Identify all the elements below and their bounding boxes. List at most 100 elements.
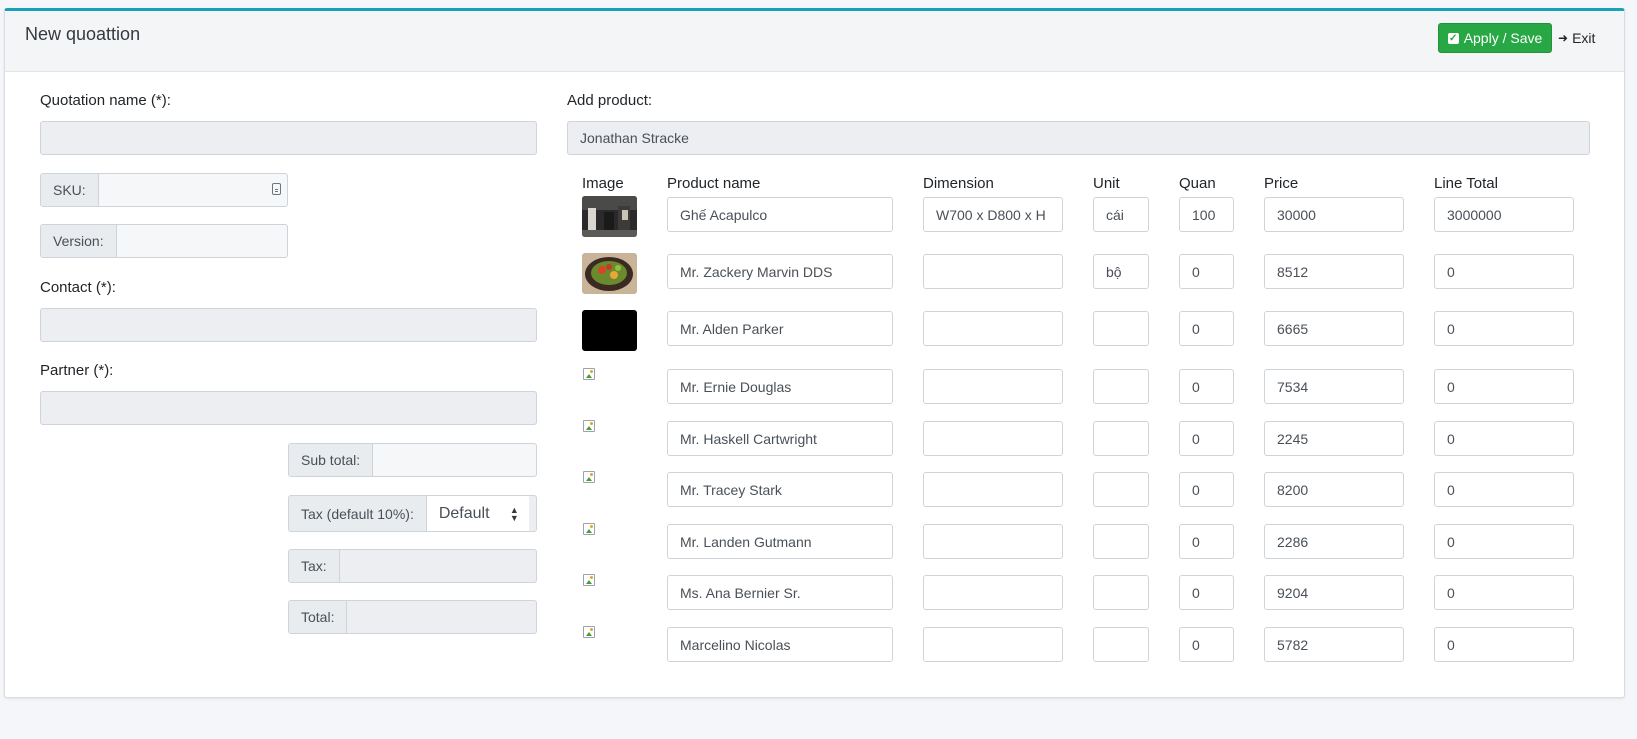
total-input[interactable]	[347, 601, 536, 633]
barcode-icon[interactable]	[272, 183, 281, 195]
price-input[interactable]: 8200	[1264, 472, 1404, 507]
unit-input[interactable]	[1093, 472, 1149, 507]
quantity-input[interactable]: 0	[1179, 369, 1234, 404]
price-input[interactable]: 2286	[1264, 524, 1404, 559]
exit-button[interactable]: ➜ Exit	[1558, 23, 1610, 53]
dimension-input[interactable]: W700 x D800 x H	[923, 197, 1063, 232]
apply-save-label: Apply / Save	[1463, 30, 1543, 46]
product-name-input[interactable]: Mr. Alden Parker	[667, 311, 893, 346]
version-group: Version:	[40, 224, 288, 258]
subtotal-group: Sub total:	[288, 443, 537, 477]
col-header-dimension: Dimension	[923, 175, 994, 192]
quantity-input[interactable]: 0	[1179, 627, 1234, 662]
dimension-input[interactable]	[923, 627, 1063, 662]
col-header-unit: Unit	[1093, 175, 1120, 192]
dimension-input[interactable]	[923, 421, 1063, 456]
quantity-input[interactable]: 0	[1179, 524, 1234, 559]
product-name-input[interactable]: Mr. Zackery Marvin DDS	[667, 254, 893, 289]
unit-input[interactable]	[1093, 369, 1149, 404]
dimension-input[interactable]	[923, 369, 1063, 404]
exit-label: Exit	[1572, 30, 1596, 46]
dimension-input[interactable]	[923, 524, 1063, 559]
unit-input[interactable]: cái	[1093, 197, 1149, 232]
sign-out-icon: ➜	[1558, 31, 1569, 45]
version-label: Version:	[41, 225, 117, 257]
partner-select[interactable]	[40, 391, 537, 425]
quotation-name-input[interactable]	[40, 121, 537, 155]
sku-group: SKU:	[40, 173, 288, 207]
line-total-input[interactable]: 0	[1434, 311, 1574, 346]
product-name-input[interactable]: Mr. Haskell Cartwright	[667, 421, 893, 456]
apply-save-button[interactable]: ✓ Apply / Save	[1438, 23, 1552, 53]
broken-image-icon	[582, 419, 598, 435]
line-total-input[interactable]: 0	[1434, 524, 1574, 559]
tax-group: Tax:	[288, 549, 537, 583]
unit-input[interactable]	[1093, 421, 1149, 456]
quantity-input[interactable]: 0	[1179, 472, 1234, 507]
quantity-input[interactable]: 0	[1179, 254, 1234, 289]
unit-input[interactable]: bộ	[1093, 254, 1149, 289]
col-header-product-name: Product name	[667, 175, 761, 192]
tax-select[interactable]: Default ▲ ▼	[426, 496, 529, 531]
dimension-input[interactable]	[923, 575, 1063, 610]
subtotal-label: Sub total:	[289, 444, 374, 476]
broken-image-icon	[582, 625, 598, 641]
sort-caret-icon: ▲ ▼	[509, 504, 519, 523]
price-input[interactable]: 6665	[1264, 311, 1404, 346]
contact-select[interactable]	[40, 308, 537, 342]
product-thumbnail	[582, 196, 637, 237]
product-name-input[interactable]: Marcelino Nicolas	[667, 627, 893, 662]
product-name-input[interactable]: Mr. Ernie Douglas	[667, 369, 893, 404]
line-total-input[interactable]: 3000000	[1434, 197, 1574, 232]
total-group: Total:	[288, 600, 537, 634]
col-header-image: Image	[582, 175, 624, 192]
broken-image-icon	[582, 522, 598, 538]
price-input[interactable]: 9204	[1264, 575, 1404, 610]
unit-input[interactable]	[1093, 311, 1149, 346]
quantity-input[interactable]: 0	[1179, 421, 1234, 456]
product-name-input[interactable]: Mr. Landen Gutmann	[667, 524, 893, 559]
line-total-input[interactable]: 0	[1434, 627, 1574, 662]
line-total-input[interactable]: 0	[1434, 472, 1574, 507]
tax-input[interactable]	[340, 550, 536, 582]
quotation-name-label: Quotation name (*):	[40, 92, 171, 109]
unit-input[interactable]	[1093, 627, 1149, 662]
sku-label: SKU:	[41, 174, 99, 206]
check-square-icon: ✓	[1447, 32, 1459, 44]
add-product-select[interactable]: Jonathan Stracke	[567, 121, 1590, 155]
price-input[interactable]: 8512	[1264, 254, 1404, 289]
sku-input[interactable]	[99, 174, 287, 206]
quantity-input[interactable]: 100	[1179, 197, 1234, 232]
line-total-input[interactable]: 0	[1434, 421, 1574, 456]
version-input[interactable]	[117, 225, 287, 257]
card-header: New quoattion ✓ Apply / Save ➜ Exit	[5, 11, 1624, 72]
broken-image-icon	[582, 367, 598, 383]
product-name-input[interactable]: Ghế Acapulco	[667, 197, 893, 232]
unit-input[interactable]	[1093, 575, 1149, 610]
col-header-line-total: Line Total	[1434, 175, 1498, 192]
product-name-input[interactable]: Mr. Tracey Stark	[667, 472, 893, 507]
tax-default-label: Tax (default 10%):	[289, 496, 427, 531]
broken-image-icon	[582, 573, 598, 589]
page-title: New quoattion	[25, 24, 141, 44]
price-input[interactable]: 7534	[1264, 369, 1404, 404]
contact-label: Contact (*):	[40, 279, 116, 296]
tax-default-group: Tax (default 10%): Default ▲ ▼	[288, 495, 537, 532]
line-total-input[interactable]: 0	[1434, 254, 1574, 289]
unit-input[interactable]	[1093, 524, 1149, 559]
price-input[interactable]: 30000	[1264, 197, 1404, 232]
line-total-input[interactable]: 0	[1434, 575, 1574, 610]
product-name-input[interactable]: Ms. Ana Bernier Sr.	[667, 575, 893, 610]
product-thumbnail	[582, 310, 637, 351]
total-label: Total:	[289, 601, 348, 633]
dimension-input[interactable]	[923, 472, 1063, 507]
dimension-input[interactable]	[923, 311, 1063, 346]
quantity-input[interactable]: 0	[1179, 575, 1234, 610]
price-input[interactable]: 5782	[1264, 627, 1404, 662]
dimension-input[interactable]	[923, 254, 1063, 289]
quantity-input[interactable]: 0	[1179, 311, 1234, 346]
line-total-input[interactable]: 0	[1434, 369, 1574, 404]
add-product-label: Add product:	[567, 92, 653, 109]
subtotal-input[interactable]	[373, 444, 536, 476]
price-input[interactable]: 2245	[1264, 421, 1404, 456]
